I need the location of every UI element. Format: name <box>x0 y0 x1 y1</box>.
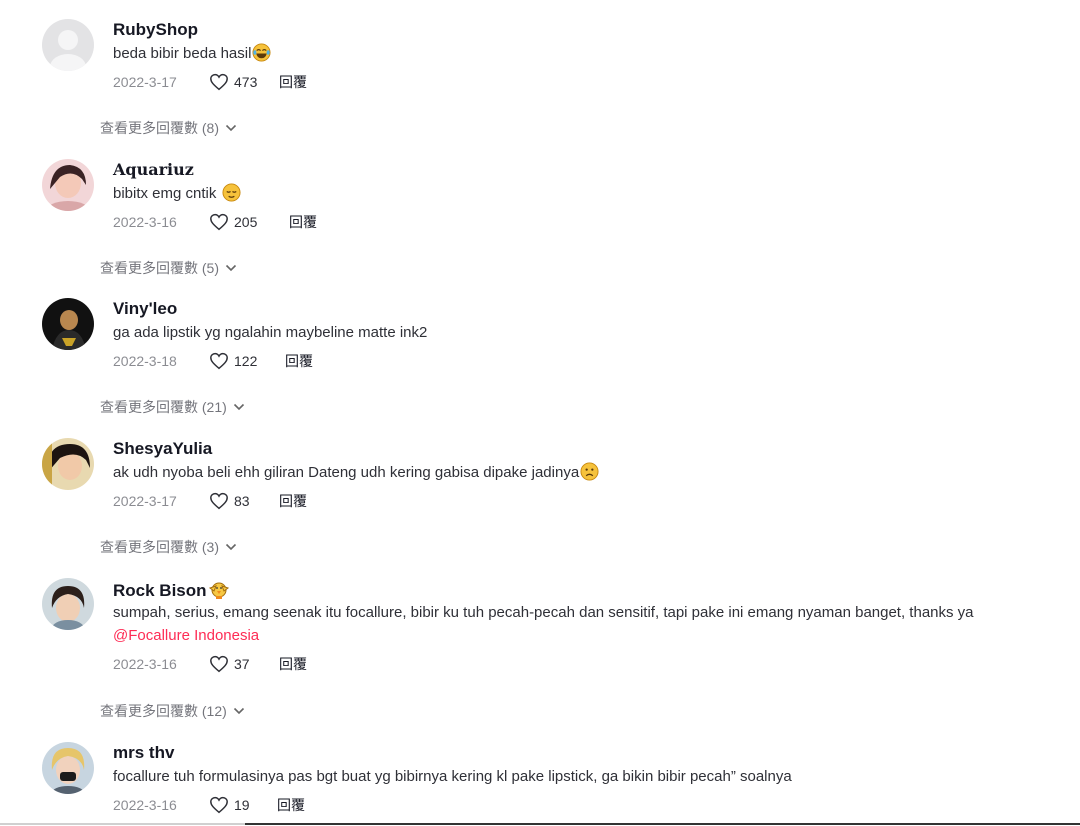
chevron-down-icon <box>233 403 244 411</box>
avatar[interactable] <box>42 438 94 490</box>
comment-text: bibitx emg cntik <box>113 182 1040 205</box>
comment-text-content: sumpah, serius, emang seenak itu focallu… <box>113 604 974 621</box>
chevron-down-icon <box>225 543 237 551</box>
comment-username-label: Rock Bison <box>113 581 207 600</box>
chevron-down-icon <box>225 264 237 272</box>
view-more-replies[interactable]: 查看更多回覆數 (5) <box>100 258 237 278</box>
relieved-face-icon <box>222 183 241 202</box>
view-more-replies-label: 查看更多回覆數 (8) <box>100 120 219 136</box>
user-photo-icon <box>42 438 94 490</box>
like-count: 19 <box>234 797 250 813</box>
avatar[interactable] <box>42 298 94 350</box>
comment-text: sumpah, serius, emang seenak itu focallu… <box>113 601 1040 647</box>
heart-icon <box>210 655 228 673</box>
heart-icon <box>210 492 228 510</box>
avatar[interactable] <box>42 578 94 630</box>
chick-icon <box>208 582 229 599</box>
comment-text: beda bibir beda hasil <box>113 42 1040 65</box>
like-button[interactable]: 37 <box>209 655 279 673</box>
heart-icon <box>210 352 228 370</box>
comment-username[interactable]: ShesyaYulia <box>113 438 1040 460</box>
like-button[interactable]: 205 <box>209 213 289 231</box>
comment-username[interactable]: 𝐀𝐪𝐮𝐚𝐫𝐢𝐮𝐳 <box>113 159 1040 181</box>
heart-icon <box>210 796 228 814</box>
default-avatar-icon <box>42 19 94 71</box>
chevron-down-icon <box>233 707 244 715</box>
heart-icon <box>210 73 228 91</box>
view-more-replies[interactable]: 查看更多回覆數 (12) <box>100 701 245 721</box>
reply-button[interactable]: 回覆 <box>277 795 305 815</box>
user-photo-icon <box>42 298 94 350</box>
like-count: 473 <box>234 74 258 90</box>
comment-username[interactable]: mrs thv <box>113 742 1040 764</box>
view-more-replies[interactable]: 查看更多回覆數 (21) <box>100 397 245 417</box>
like-count: 122 <box>234 353 258 369</box>
comment-date: 2022-3-18 <box>113 353 177 369</box>
heart-icon <box>210 213 228 231</box>
comment-text-content: ak udh nyoba beli ehh giliran Dateng udh… <box>113 464 580 481</box>
like-count: 83 <box>234 493 250 509</box>
comment-text: ga ada lipstik yg ngalahin maybeline mat… <box>113 324 428 341</box>
reply-button[interactable]: 回覆 <box>279 654 307 674</box>
view-more-replies[interactable]: 查看更多回覆數 (8) <box>100 118 237 138</box>
reply-button[interactable]: 回覆 <box>289 212 317 232</box>
user-photo-icon <box>42 742 94 794</box>
like-button[interactable]: 473 <box>209 73 279 91</box>
comment-date: 2022-3-16 <box>113 656 177 672</box>
like-button[interactable]: 19 <box>209 796 277 814</box>
comment-date: 2022-3-17 <box>113 74 177 90</box>
comment-text-content: beda bibir beda hasil <box>113 45 252 62</box>
avatar[interactable] <box>42 742 94 794</box>
view-more-replies[interactable]: 查看更多回覆數 (3) <box>100 537 237 557</box>
view-more-replies-label: 查看更多回覆數 (21) <box>100 399 227 415</box>
reply-button[interactable]: 回覆 <box>279 72 307 92</box>
scrollbar[interactable] <box>245 823 1080 825</box>
user-photo-icon <box>42 159 94 211</box>
comment-text-content: bibitx emg cntik <box>113 185 221 202</box>
chevron-down-icon <box>225 124 237 132</box>
comment-text: ak udh nyoba beli ehh giliran Dateng udh… <box>113 461 1040 484</box>
reply-button[interactable]: 回覆 <box>285 351 313 371</box>
like-button[interactable]: 83 <box>209 492 279 510</box>
sad-face-icon <box>580 462 599 481</box>
comment-date: 2022-3-16 <box>113 214 177 230</box>
comment-text: focallure tuh formulasinya pas bgt buat … <box>113 768 792 785</box>
view-more-replies-label: 查看更多回覆數 (3) <box>100 539 219 555</box>
comment-date: 2022-3-16 <box>113 797 177 813</box>
user-photo-icon <box>42 578 94 630</box>
like-button[interactable]: 122 <box>209 352 285 370</box>
mention-link[interactable]: @Focallure Indonesia <box>113 627 259 644</box>
tears-of-joy-icon <box>252 43 271 62</box>
view-more-replies-label: 查看更多回覆數 (12) <box>100 703 227 719</box>
comment-username[interactable]: Rock Bison <box>113 578 1040 600</box>
reply-button[interactable]: 回覆 <box>279 491 307 511</box>
avatar[interactable] <box>42 19 94 71</box>
like-count: 37 <box>234 656 250 672</box>
view-more-replies-label: 查看更多回覆數 (5) <box>100 260 219 276</box>
comment-username[interactable]: Viny'leo <box>113 298 1040 320</box>
like-count: 205 <box>234 214 258 230</box>
comment-date: 2022-3-17 <box>113 493 177 509</box>
comment-username[interactable]: RubyShop <box>113 19 1040 41</box>
avatar[interactable] <box>42 159 94 211</box>
